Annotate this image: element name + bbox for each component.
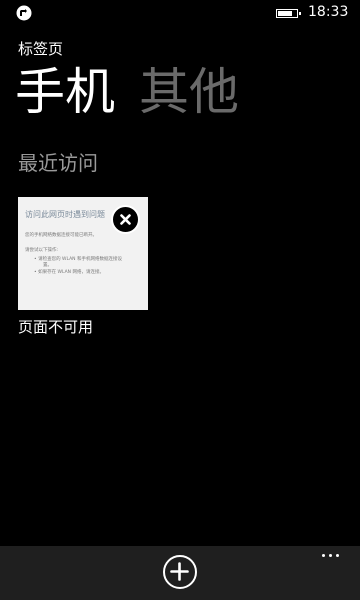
battery-icon [276,9,301,18]
thumbnail-bullet-cont: 置。 [43,263,52,268]
pivot: 手机 其他 [15,62,263,122]
recent-heading: 最近访问 [18,151,98,175]
close-icon [120,214,131,225]
pivot-tab-other[interactable]: 其他 [139,62,239,122]
close-tab-button[interactable] [111,205,140,234]
clock: 18:33 [308,4,349,20]
more-icon [322,554,325,557]
thumbnail-line: 您的手机网络数据连接可能已断开。 [25,233,97,238]
more-button[interactable] [319,551,343,561]
more-icon [329,554,332,557]
thumbnail-bullet: • 如果存在 WLAN 网络，请连接。 [34,270,104,275]
add-icon [170,562,189,581]
status-bar: 18:33 [0,0,360,26]
app-bar [0,546,360,600]
thumbnail-title: 访问此网页时遇到问题 [25,210,105,219]
app-badge-icon [16,5,32,21]
pivot-tab-phone[interactable]: 手机 [15,62,115,122]
add-tab-button[interactable] [163,555,197,589]
tab-caption[interactable]: 页面不可用 [18,316,93,337]
thumbnail-line: 请尝试以下操作: [25,248,59,253]
battery-level [278,11,293,16]
section-label: 标签页 [18,40,64,58]
more-icon [336,554,339,557]
